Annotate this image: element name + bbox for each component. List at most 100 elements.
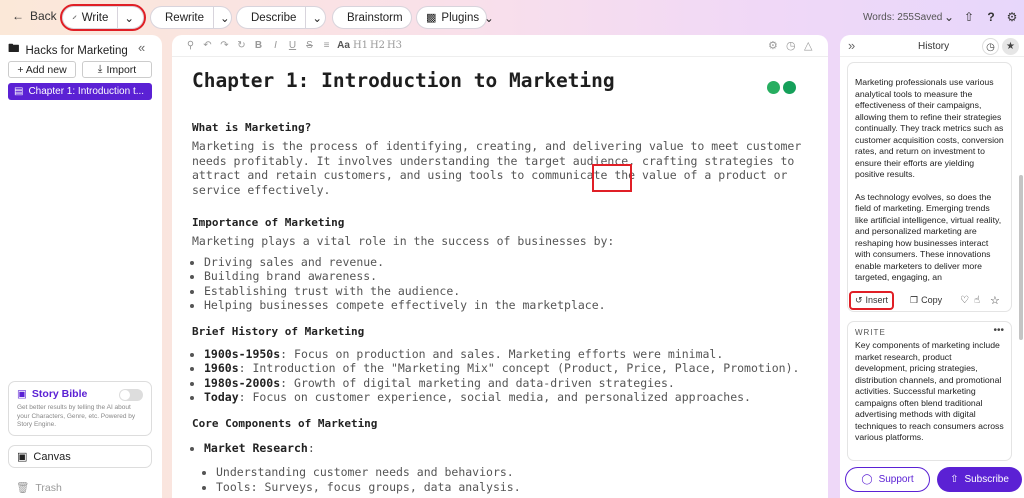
collapse-sidebar-icon[interactable]: « — [138, 40, 145, 55]
undo-icon[interactable]: ↶ — [199, 40, 216, 51]
insert-button[interactable]: ↺ Insert — [848, 290, 895, 310]
trash-button[interactable]: 🗑 Trash — [16, 481, 62, 495]
insert-label: Insert — [865, 295, 889, 305]
text-cursor-highlight — [592, 164, 632, 192]
redo-icon[interactable]: ↷ — [216, 40, 233, 51]
underline-button[interactable]: U — [284, 40, 301, 51]
heading-1-button[interactable]: H1 — [352, 40, 369, 51]
canvas-label: Canvas — [33, 450, 71, 463]
paragraph: Marketing plays a vital role in the succ… — [192, 234, 615, 248]
collapse-panel-icon[interactable]: » — [848, 38, 855, 53]
back-button[interactable]: ← Back — [12, 9, 57, 23]
search-icon[interactable]: ⚲ — [182, 40, 199, 51]
chevron-down-icon[interactable]: ⌄ — [305, 7, 322, 28]
copy-icon: ❐ — [910, 294, 919, 305]
importance-list: Driving sales and revenue. Building bran… — [192, 255, 812, 313]
chevron-down-icon[interactable]: ⌄ — [941, 9, 957, 25]
copy-button[interactable]: ❐ Copy — [910, 295, 942, 306]
bold-button[interactable]: B — [250, 40, 267, 51]
clear-format-icon[interactable]: ≡ — [318, 40, 335, 51]
share-icon[interactable]: ⇧ — [961, 9, 977, 25]
plugins-button[interactable]: ▩ Plugins ⌄ — [416, 6, 494, 29]
arrow-left-icon: ← — [12, 9, 24, 23]
list-item-label: Market Research — [204, 440, 308, 455]
formatting-toolbar: ⚲ ↶ ↷ ↻ B I U S ≡ Aa H1 H2 H3 ⚙ ◷ △ — [172, 35, 828, 57]
canvas-button[interactable]: ▣ Canvas — [8, 445, 152, 468]
add-new-button[interactable]: + Add new — [8, 61, 76, 78]
refresh-icon[interactable]: ↻ — [233, 40, 250, 51]
rewrite-button[interactable]: Rewrite ⌄ — [150, 6, 232, 29]
support-button[interactable]: ◯ Support — [845, 467, 930, 492]
list-item: Tools: Surveys, focus groups, data analy… — [216, 480, 812, 495]
list-item-text: : Focus on production and sales. Marketi… — [280, 346, 724, 361]
document-title: Chapter 1: Introduction to Marketing — [192, 69, 615, 92]
story-bible-label: Story Bible — [31, 388, 88, 400]
list-item-label: 1980s-2000s — [204, 375, 281, 390]
trash-label: Trash — [35, 481, 62, 494]
list-item: 1900s-1950s: Focus on production and sal… — [204, 347, 812, 362]
document-body[interactable]: Chapter 1: Introduction to Marketing Wha… — [192, 69, 812, 494]
thumbs-down-icon[interactable]: ♡ — [960, 295, 969, 306]
expand-icon[interactable]: △ — [804, 39, 812, 52]
list-item: Today: Focus on customer experience, soc… — [204, 390, 812, 405]
word-count: Words: 255 — [863, 12, 914, 23]
list-item: Establishing trust with the audience. — [204, 284, 812, 299]
card-type-label: WRITE — [855, 328, 886, 337]
history-clock-icon[interactable]: ◷ — [786, 39, 796, 52]
heading-2-button[interactable]: H2 — [369, 40, 386, 51]
list-item: 1980s-2000s: Growth of digital marketing… — [204, 376, 812, 391]
list-item: Driving sales and revenue. — [204, 255, 812, 270]
history-card-actions: ↺ Insert ❐ Copy ♡ ☝ ☆ — [848, 289, 1013, 311]
canvas-icon: ▣ — [17, 451, 28, 463]
brainstorm-label: Brainstorm — [347, 11, 403, 24]
gear-icon[interactable]: ⚙ — [1004, 9, 1020, 25]
star-icon[interactable]: ★ — [1002, 38, 1019, 55]
text-style-button[interactable]: Aa — [335, 40, 352, 51]
heading-3-button[interactable]: H3 — [386, 40, 403, 51]
project-title-text: Hacks for Marketing — [25, 44, 128, 57]
help-icon[interactable]: ? — [983, 9, 999, 25]
insert-icon: ↺ — [855, 294, 863, 305]
history-list: 1900s-1950s: Focus on production and sal… — [192, 347, 812, 405]
back-label: Back — [30, 9, 57, 23]
puzzle-icon: ▩ — [426, 12, 437, 24]
story-bible-toggle[interactable] — [119, 389, 143, 401]
import-button[interactable]: ⤓ Import — [82, 61, 152, 78]
subscribe-button[interactable]: ⇧ Subscribe — [937, 467, 1022, 492]
book-icon: ▣ — [17, 388, 27, 400]
copy-label: Copy — [921, 295, 943, 305]
describe-button[interactable]: Describe ⌄ — [236, 6, 326, 29]
trash-icon: 🗑 — [16, 482, 30, 494]
story-bible-description: Get better results by telling the AI abo… — [17, 404, 136, 428]
strikethrough-button[interactable]: S — [301, 40, 318, 51]
core-list: Market Research: — [192, 441, 812, 456]
write-button[interactable]: Write ⌄ — [60, 4, 146, 31]
feather-pen-icon — [72, 15, 77, 20]
section-heading: Importance of Marketing — [192, 216, 345, 229]
section-heading: What is Marketing? — [192, 121, 312, 134]
focus-mode-icon[interactable]: ⚙ — [768, 39, 778, 52]
scrollbar[interactable] — [1019, 175, 1023, 340]
arrow-up-icon: ⇧ — [950, 474, 959, 485]
history-card-text: As technology evolves, so does the field… — [855, 191, 1002, 283]
history-clock-icon[interactable]: ◷ — [982, 38, 999, 55]
section-heading: Core Components of Marketing — [192, 416, 378, 430]
more-options-icon[interactable]: ••• — [993, 325, 1004, 336]
list-item-text: : — [307, 440, 315, 455]
story-bible-card: ▣ Story Bible Get better results by tell… — [8, 381, 152, 436]
chevron-down-icon[interactable]: ⌄ — [212, 7, 230, 28]
describe-label: Describe — [251, 11, 297, 24]
sidebar-item-chapter-1[interactable]: ▤ Chapter 1: Introduction t... — [8, 83, 152, 100]
star-icon[interactable]: ☆ — [990, 294, 1000, 307]
history-card: Marketing professionals use various anal… — [847, 62, 1012, 312]
chevron-down-icon[interactable]: ⌄ — [117, 7, 134, 28]
chapter-item-label: Chapter 1: Introduction t... — [28, 86, 145, 97]
history-card-text: Marketing professionals use various anal… — [855, 77, 1004, 179]
list-item-text: : Introduction of the "Marketing Mix" co… — [238, 361, 800, 375]
italic-button[interactable]: I — [267, 40, 284, 51]
thumbs-up-icon[interactable]: ☝ — [974, 295, 980, 306]
list-item-label: 1960s — [204, 361, 239, 375]
brainstorm-button[interactable]: Brainstorm — [332, 6, 412, 29]
folder-icon: 🖿 — [8, 43, 20, 55]
list-item: 1960s: Introduction of the "Marketing Mi… — [204, 361, 812, 376]
